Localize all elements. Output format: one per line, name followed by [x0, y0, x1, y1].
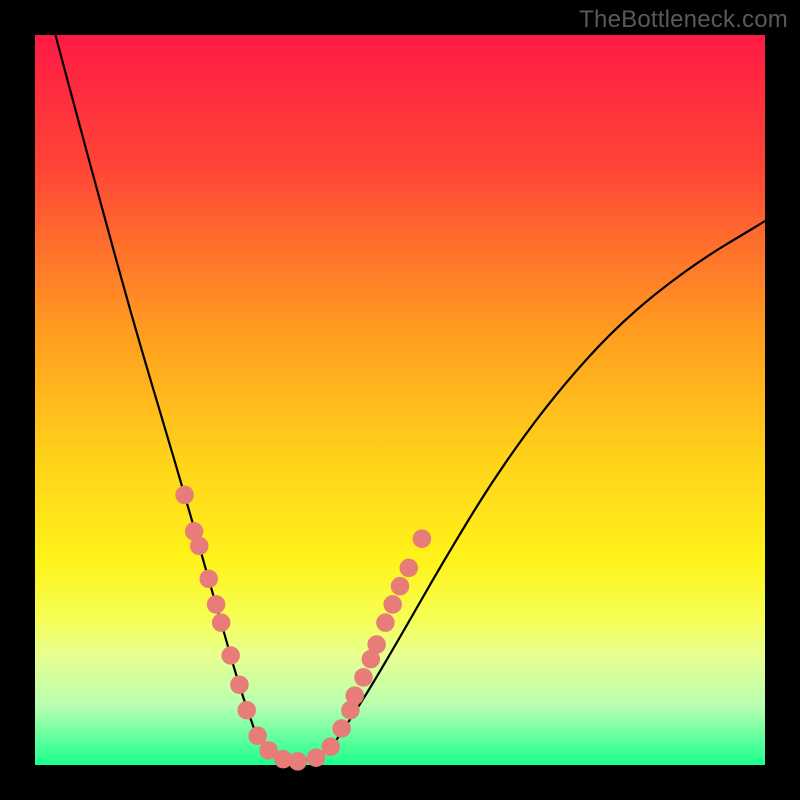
- curve-marker: [355, 669, 373, 687]
- marker-group: [176, 486, 431, 770]
- curve-marker: [207, 596, 225, 614]
- curve-marker: [391, 577, 409, 595]
- curve-marker: [346, 687, 364, 705]
- curve-marker: [333, 720, 351, 738]
- curve-marker: [238, 701, 256, 719]
- curve-marker: [368, 636, 386, 654]
- curve-marker: [307, 749, 325, 767]
- curve-marker: [289, 753, 307, 771]
- curve-marker: [176, 486, 194, 504]
- bottleneck-curve: [55, 35, 765, 761]
- curve-marker: [384, 596, 402, 614]
- curve-marker: [322, 738, 340, 756]
- curve-marker: [400, 559, 418, 577]
- curve-marker: [190, 537, 208, 555]
- curve-marker: [377, 614, 395, 632]
- curve-marker: [200, 570, 218, 588]
- watermark-text: TheBottleneck.com: [579, 6, 788, 34]
- outer-frame: TheBottleneck.com: [0, 0, 800, 800]
- curve-marker: [231, 676, 249, 694]
- chart-svg: [35, 35, 765, 765]
- curve-marker: [249, 727, 267, 745]
- curve-marker: [212, 614, 230, 632]
- curve-marker: [413, 530, 431, 548]
- plot-gradient-panel: [35, 35, 765, 765]
- curve-marker: [222, 647, 240, 665]
